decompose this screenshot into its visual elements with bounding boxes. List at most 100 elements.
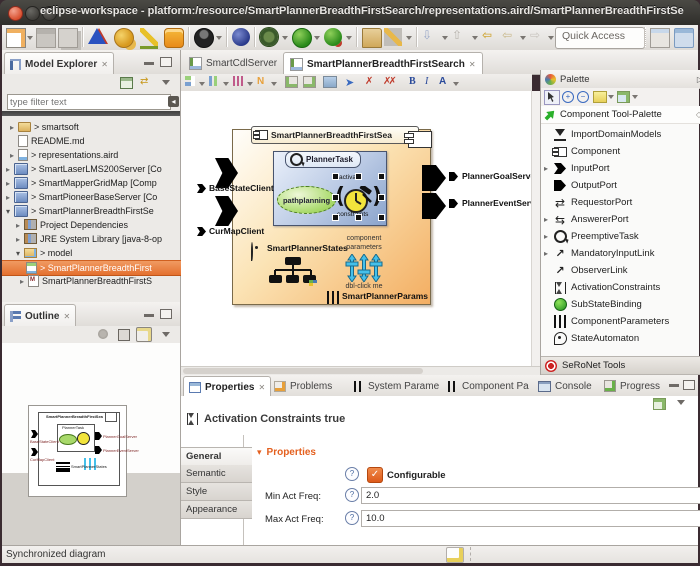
editor-tab-smartcdlserver[interactable]: SmartCdlServer xyxy=(183,52,283,74)
profile-button[interactable] xyxy=(194,28,214,48)
dropdown-icon[interactable] xyxy=(453,82,459,86)
palette-item-preemptivetask[interactable]: PreemptiveTask xyxy=(541,228,700,245)
palette-header[interactable]: Palette ▷ xyxy=(541,70,700,89)
expander-icon[interactable] xyxy=(543,163,549,174)
expander-icon[interactable] xyxy=(543,231,549,242)
tree-item-model-file[interactable]: SmartPlannerBreadthFirstS xyxy=(2,274,196,288)
help-icon[interactable]: ? xyxy=(345,511,359,525)
robot-button[interactable] xyxy=(164,28,184,48)
palette-group-seronet[interactable]: SeRoNet Tools xyxy=(541,356,700,375)
trim-wand-button[interactable] xyxy=(140,28,158,49)
dropdown-icon[interactable] xyxy=(223,82,229,86)
link-editor-icon[interactable]: ⇄ xyxy=(140,76,148,87)
zoom-out-icon[interactable]: − xyxy=(577,91,589,103)
open-perspective-button[interactable] xyxy=(650,28,670,48)
run-config-dropdown-icon[interactable] xyxy=(346,36,352,40)
maximize-view-icon[interactable] xyxy=(160,309,172,319)
params-label[interactable]: SmartPlannerParams xyxy=(342,291,428,301)
palette-group-component[interactable]: Component Tool-Palette ◇ xyxy=(541,106,700,124)
selection-handle[interactable] xyxy=(378,194,385,201)
expander-icon[interactable] xyxy=(4,206,12,216)
link-tool-icon[interactable] xyxy=(617,91,630,103)
italic-button[interactable]: I xyxy=(425,76,428,87)
expander-icon[interactable] xyxy=(543,248,549,259)
tree-item-readme[interactable]: README.md xyxy=(2,134,194,148)
selection-handle[interactable] xyxy=(378,173,385,180)
palette-item-component[interactable]: Component xyxy=(541,143,700,160)
outline-mode-icon[interactable] xyxy=(118,329,130,341)
states-tree-icon[interactable] xyxy=(269,257,317,287)
maximize-view-icon[interactable] xyxy=(683,380,695,390)
component-name-tab[interactable]: SmartPlannerBreadthFirstSea xyxy=(251,126,419,144)
note-tool-icon[interactable] xyxy=(593,91,607,103)
pathplanning-ellipse[interactable]: pathplanning xyxy=(277,186,336,214)
side-tab-appearance[interactable]: Appearance xyxy=(181,501,252,519)
tree-item-smartsoft[interactable]: > smartsoft xyxy=(2,120,186,134)
palette-item-substatebinding[interactable]: SubStateBinding xyxy=(541,296,700,313)
align-icon[interactable] xyxy=(209,76,219,86)
expander-icon[interactable] xyxy=(543,214,549,225)
distribute-icon[interactable] xyxy=(233,76,243,86)
palette-item-outputport[interactable]: OutputPort xyxy=(541,177,700,194)
tree-item-project[interactable]: > SmartPioneerBaseServer [Co xyxy=(2,190,182,204)
tree-item-project[interactable]: > SmartLaserLMS200Server [Co xyxy=(2,162,182,176)
delete-icon[interactable]: ✗ xyxy=(365,76,373,87)
outline-thumbnail[interactable]: SmartPlannerBreadthFirstSea PlannerTask … xyxy=(28,405,127,497)
run-dropdown-icon[interactable] xyxy=(314,36,320,40)
prev-annotation-button[interactable]: ⇧ xyxy=(452,28,470,46)
outline-thumbnail-icon[interactable] xyxy=(136,327,152,342)
tree-item-representations[interactable]: > representations.aird xyxy=(2,148,186,162)
debug-button[interactable] xyxy=(260,28,278,46)
debug-dropdown-icon[interactable] xyxy=(282,36,288,40)
font-color-button[interactable]: A xyxy=(439,76,446,87)
bold-button[interactable]: B xyxy=(409,76,416,87)
forward-button[interactable]: ⇨ xyxy=(530,28,548,46)
selection-handle[interactable] xyxy=(378,214,385,221)
palette-item-inputport[interactable]: InputPort xyxy=(541,160,700,177)
view-menu-icon[interactable] xyxy=(162,80,170,85)
run-button[interactable] xyxy=(292,28,312,48)
layout-icon[interactable] xyxy=(185,76,195,86)
palette-item-stateautomaton[interactable]: StateAutomaton xyxy=(541,330,700,347)
editor-tab-smartplanner[interactable]: SmartPlannerBreadthFirstSearch xyxy=(283,52,483,75)
expander-icon[interactable] xyxy=(14,220,22,230)
select-arrow-icon[interactable]: ➤ xyxy=(345,76,354,89)
image-icon[interactable] xyxy=(323,76,337,88)
activation-constraints-element[interactable]: activat ( ) constraints xyxy=(335,176,381,217)
outline-tab[interactable]: Outline xyxy=(4,304,76,327)
palette-item-importdomainmodels[interactable]: ImportDomainModels xyxy=(541,126,700,143)
states-label[interactable]: SmartPlannerStates xyxy=(267,243,348,253)
tree-item-dependencies[interactable]: Project Dependencies xyxy=(2,218,192,232)
maximize-view-icon[interactable] xyxy=(160,57,172,67)
new-wizard-button[interactable] xyxy=(6,28,26,48)
zoom-in-icon[interactable]: + xyxy=(562,91,574,103)
outline-zoom-icon[interactable] xyxy=(98,329,108,339)
next-dropdown-icon[interactable] xyxy=(442,36,448,40)
expander-icon[interactable] xyxy=(14,234,22,244)
tab-progress[interactable]: Progress xyxy=(599,376,665,396)
last-edit-button[interactable]: ⇦ xyxy=(482,28,500,46)
select-tool-button[interactable] xyxy=(544,90,560,105)
minimize-view-icon[interactable] xyxy=(144,62,154,65)
filter-input[interactable] xyxy=(7,94,171,110)
marker-button[interactable] xyxy=(384,28,402,46)
back-button[interactable]: ⇦ xyxy=(502,28,520,46)
export-all-icon[interactable] xyxy=(303,76,316,88)
delete-all-icon[interactable]: ✗✗ xyxy=(383,76,394,87)
side-tab-semantic[interactable]: Semantic xyxy=(181,465,252,483)
close-icon[interactable] xyxy=(258,382,265,393)
collapse-all-icon[interactable] xyxy=(120,77,133,89)
min-act-freq-input[interactable] xyxy=(361,487,700,504)
gears-button[interactable] xyxy=(114,28,134,48)
tab-component-parameters[interactable]: Component Pa xyxy=(443,376,534,396)
tab-problems[interactable]: Problems xyxy=(269,376,337,396)
prev-dropdown-icon[interactable] xyxy=(472,36,478,40)
title-bar[interactable]: eclipse-workspace - platform:/resource/S… xyxy=(0,0,700,25)
selection-handle[interactable] xyxy=(355,173,362,180)
palette-item-observerlink[interactable]: ↗ObserverLink xyxy=(541,262,700,279)
side-tab-general[interactable]: General xyxy=(181,447,252,466)
tab-system-parameters[interactable]: System Parame xyxy=(349,376,444,396)
dropdown-icon[interactable] xyxy=(247,82,253,86)
expander-icon[interactable] xyxy=(18,276,26,286)
tree-item-project-expanded[interactable]: > SmartPlannerBreadthFirstSe xyxy=(2,204,182,218)
